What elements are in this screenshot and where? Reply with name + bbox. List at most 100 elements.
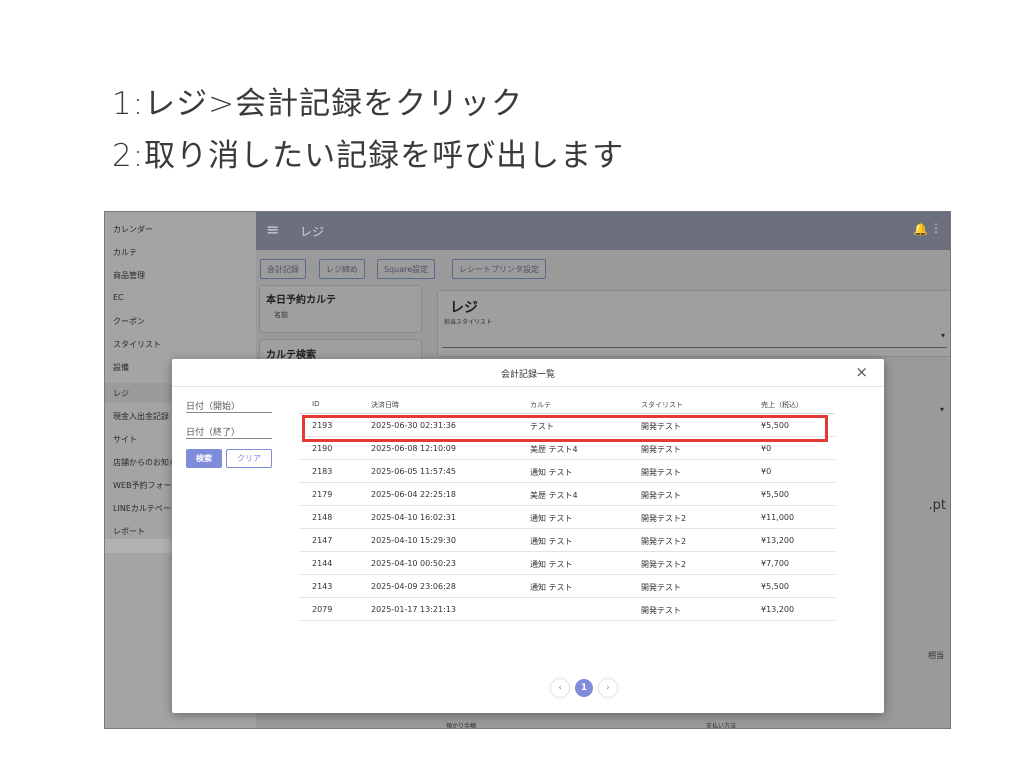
start-date-field[interactable]: 日付（開始） [186, 397, 272, 413]
cell-sales: ¥7,700 [761, 559, 789, 568]
cell-sales: ¥5,500 [761, 490, 789, 499]
cell-id: 2144 [312, 559, 333, 568]
cell-date: 2025-06-05 11:57:45 [371, 467, 456, 476]
sidebar-item-equipment[interactable]: 設備 [113, 362, 129, 373]
search-button[interactable]: 検索 [186, 449, 222, 468]
sidebar-item-coupon[interactable]: クーポン [113, 316, 145, 327]
more-vert-icon[interactable]: ⋮ [930, 221, 942, 235]
sidebar-item-line-karte[interactable]: LINEカルテページ [113, 503, 179, 514]
column-header-date: 決済日時 [371, 401, 399, 409]
cell-karte: 通知 テスト [530, 468, 573, 477]
cell-sales: ¥0 [761, 444, 772, 453]
dropdown-icon-2[interactable]: ▾ [940, 405, 944, 414]
hamburger-menu-icon[interactable]: ≡ [266, 220, 279, 239]
cell-stylist: 開発テスト [641, 583, 681, 592]
register-title: レジ [450, 300, 478, 316]
cell-karte: 通知 テスト [530, 537, 573, 546]
sidebar-item-register[interactable]: レジ [113, 388, 129, 399]
cell-karte: 美歴 テスト4 [530, 491, 578, 500]
cell-id: 2143 [312, 582, 333, 591]
cell-date: 2025-04-10 16:02:31 [371, 513, 456, 522]
sidebar-item-products[interactable]: 商品管理 [113, 270, 145, 281]
cell-karte: 通知 テスト [530, 560, 573, 569]
tab-accounting-records[interactable]: 会計記録 [260, 259, 306, 279]
cell-id: 2079 [312, 605, 333, 614]
sidebar-item-site[interactable]: サイト [113, 434, 137, 445]
pagination: ‹ 1 › [551, 679, 617, 697]
cell-stylist: 開発テスト [641, 422, 681, 431]
cell-karte: 通知 テスト [530, 583, 573, 592]
cell-date: 2025-06-08 12:10:09 [371, 444, 456, 453]
register-underline [442, 347, 947, 348]
table-row[interactable]: 2079 2025-01-17 13:21:13 開発テスト ¥13,200 [299, 598, 835, 621]
table-row[interactable]: 2183 2025-06-05 11:57:45 通知 テスト 開発テスト ¥0 [299, 460, 835, 483]
end-date-field[interactable]: 日付（終了） [186, 423, 272, 439]
cell-sales: ¥0 [761, 467, 772, 476]
cell-karte: 通知 テスト [530, 514, 573, 523]
page-1-button[interactable]: 1 [575, 679, 593, 697]
cell-id: 2193 [312, 421, 333, 430]
sidebar-item-report[interactable]: レポート [113, 526, 145, 537]
cell-karte: テスト [530, 422, 554, 431]
tab-register-close[interactable]: レジ締め [319, 259, 365, 279]
table-row[interactable]: 2148 2025-04-10 16:02:31 通知 テスト 開発テスト2 ¥… [299, 506, 835, 529]
sidebar-item-karte[interactable]: カルテ [113, 247, 137, 258]
cell-sales: ¥13,200 [761, 536, 795, 545]
table-row[interactable]: 2179 2025-06-04 22:25:18 美歴 テスト4 開発テスト ¥… [299, 483, 835, 506]
cell-stylist: 開発テスト [641, 606, 681, 615]
column-header-sales: 売上（税込） [761, 401, 803, 409]
equivalent-label: 相当 [928, 651, 944, 660]
next-page-button[interactable]: › [599, 679, 617, 697]
instruction-line-2: 2:取り消したい記録を呼び出します [112, 138, 625, 174]
sidebar-item-ec[interactable]: EC [113, 293, 124, 302]
table-header: ID 決済日時 カルテ スタイリスト 売上（税込） [299, 397, 835, 414]
accounting-records-dialog: 会計記録一覧 × 日付（開始） 日付（終了） 検索 クリア ID 決済日時 カル… [172, 359, 884, 713]
prev-page-button[interactable]: ‹ [551, 679, 569, 697]
top-bar: ≡ レジ 🔔 ⋮ [256, 212, 950, 250]
payment-method-label: 支払い方法 [706, 723, 737, 729]
cell-date: 2025-04-09 23:06:28 [371, 582, 456, 591]
start-date-label: 日付（開始） [186, 402, 241, 412]
cell-id: 2147 [312, 536, 333, 545]
cell-date: 2025-06-30 02:31:36 [371, 421, 456, 430]
sidebar-item-cash-record[interactable]: 現金入出金記録 [113, 411, 169, 422]
dialog-title: 会計記録一覧 [500, 370, 555, 380]
cell-id: 2179 [312, 490, 333, 499]
records-table: ID 決済日時 カルテ スタイリスト 売上（税込） 2193 2025-06-3… [299, 397, 835, 621]
cell-karte: 美歴 テスト4 [530, 445, 578, 454]
sidebar-item-notices[interactable]: 店舗からのお知ら [113, 457, 177, 468]
close-icon[interactable]: × [855, 363, 868, 381]
clear-button[interactable]: クリア [226, 449, 272, 468]
today-card-name-label: 名前 [274, 311, 288, 319]
cell-sales: ¥5,500 [761, 421, 789, 430]
today-card-title: 本日予約カルテ [266, 295, 336, 306]
sidebar-item-web-form[interactable]: WEB予約フォーム [113, 480, 179, 491]
dialog-header: 会計記録一覧 × [172, 359, 884, 387]
sidebar-item-calendar[interactable]: カレンダー [113, 224, 153, 235]
bell-icon[interactable]: 🔔 [913, 222, 928, 236]
deposit-label: 預かり金額 [446, 723, 477, 729]
tab-square-settings[interactable]: Square設定 [377, 259, 436, 279]
register-dropdown-icon[interactable]: ▾ [941, 331, 945, 340]
column-header-id: ID [312, 400, 320, 408]
table-row[interactable]: 2190 2025-06-08 12:10:09 美歴 テスト4 開発テスト ¥… [299, 437, 835, 460]
table-row[interactable]: 2143 2025-04-09 23:06:28 通知 テスト 開発テスト ¥5… [299, 575, 835, 598]
instruction-line-1: 1:レジ>会計記録をクリック [112, 86, 524, 122]
tab-receipt-printer[interactable]: レシートプリンタ設定 [452, 259, 546, 279]
table-row[interactable]: 2147 2025-04-10 15:29:30 通知 テスト 開発テスト2 ¥… [299, 529, 835, 552]
cell-id: 2183 [312, 467, 333, 476]
end-date-label: 日付（終了） [186, 428, 241, 438]
points-suffix: .pt [928, 498, 946, 513]
cell-date: 2025-04-10 00:50:23 [371, 559, 456, 568]
sidebar-item-stylist[interactable]: スタイリスト [113, 339, 161, 350]
table-row[interactable]: 2144 2025-04-10 00:50:23 通知 テスト 開発テスト2 ¥… [299, 552, 835, 575]
cell-stylist: 開発テスト2 [641, 560, 687, 569]
app-screenshot: カレンダー カルテ 商品管理 EC クーポン スタイリスト 設備 レジ 現金入出… [104, 211, 951, 729]
cell-date: 2025-04-10 15:29:30 [371, 536, 456, 545]
cell-sales: ¥5,500 [761, 582, 789, 591]
table-row[interactable]: 2193 2025-06-30 02:31:36 テスト 開発テスト ¥5,50… [299, 414, 835, 437]
cell-stylist: 開発テスト [641, 491, 681, 500]
date-filter: 日付（開始） 日付（終了） 検索 クリア [186, 397, 272, 468]
cell-stylist: 開発テスト2 [641, 537, 687, 546]
top-bar-title: レジ [300, 225, 325, 239]
